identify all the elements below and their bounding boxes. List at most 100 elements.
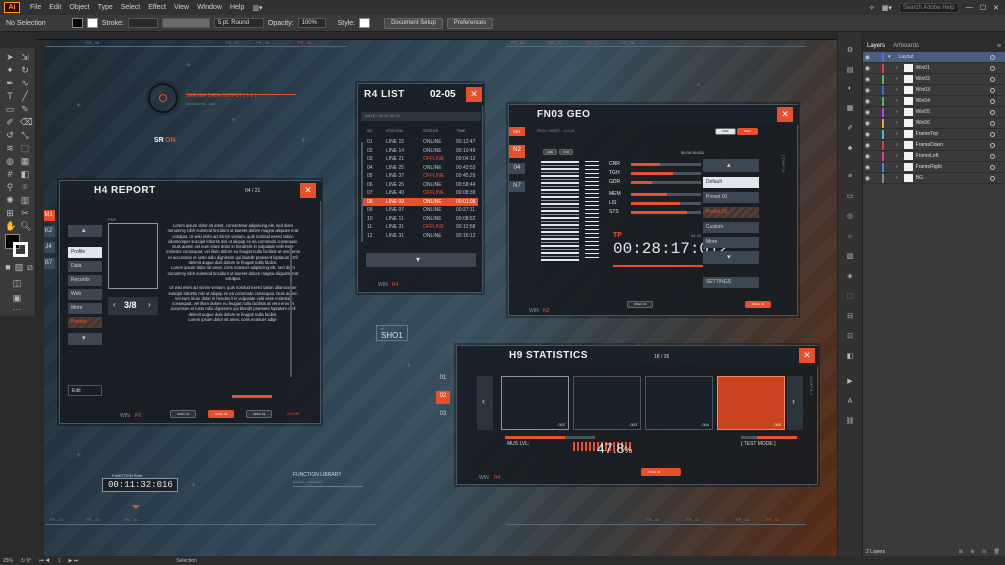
- geo-tab-n2[interactable]: N2: [509, 145, 525, 158]
- mesh-tool-icon[interactable]: #: [5, 169, 15, 179]
- layer-target-icon[interactable]: [990, 109, 995, 115]
- stats-tab-02[interactable]: 02: [436, 391, 450, 404]
- menu-effect[interactable]: Effect: [148, 4, 166, 11]
- warp-tool-icon[interactable]: ≋: [5, 143, 15, 153]
- eyedropper-icon[interactable]: ⚲: [5, 182, 15, 192]
- collapse-arrow-icon[interactable]: ›: [896, 153, 898, 159]
- visibility-eye-icon[interactable]: ◉: [863, 175, 872, 182]
- layer-row[interactable]: ◉ › FrameRight: [863, 162, 1005, 173]
- selection-tool-icon[interactable]: ➤: [5, 52, 15, 62]
- list-row[interactable]: 04 LINE 25 ONLINE 00:43:53: [361, 164, 478, 172]
- expand-arrow-icon[interactable]: ▾: [888, 54, 891, 60]
- type-tool-icon[interactable]: T: [5, 91, 15, 101]
- slice-tool-icon[interactable]: ✂: [20, 208, 30, 218]
- menu-file[interactable]: File: [30, 4, 41, 11]
- list-row[interactable]: 09 LINE 07 ONLINE 00:27:11: [361, 206, 478, 214]
- artboard-number[interactable]: 1: [58, 558, 61, 564]
- visibility-eye-icon[interactable]: ◉: [863, 120, 872, 127]
- stroke-swatch[interactable]: [86, 18, 98, 28]
- stats-prev-button[interactable]: ‹: [477, 376, 493, 430]
- geo-menu-custom[interactable]: Custom: [703, 222, 759, 233]
- menu-object[interactable]: Object: [69, 4, 89, 11]
- zoom-level[interactable]: 25%: [3, 558, 13, 564]
- report-menu-profile[interactable]: Profile: [68, 247, 102, 258]
- menu-select[interactable]: Select: [121, 4, 140, 11]
- report-spec03-button[interactable]: SPEC 03: [246, 410, 273, 418]
- document-setup-button[interactable]: Document Setup: [384, 17, 443, 29]
- layer-target-icon[interactable]: [990, 120, 995, 126]
- minimize-icon[interactable]: —: [966, 4, 973, 11]
- visibility-eye-icon[interactable]: ◉: [863, 76, 872, 83]
- layer-target-icon[interactable]: [990, 164, 995, 170]
- hand-tool-icon[interactable]: ✋: [5, 221, 16, 231]
- collapse-arrow-icon[interactable]: ›: [896, 131, 898, 137]
- actions-icon[interactable]: ▶: [845, 377, 855, 387]
- stats-next-button[interactable]: ›: [787, 376, 803, 430]
- visibility-eye-icon[interactable]: ◉: [863, 109, 872, 116]
- gradient-tool-icon[interactable]: ◧: [20, 169, 30, 179]
- layer-actions-icon[interactable]: ⊞ ⊕ ⊟ 🗑︎: [959, 549, 1005, 555]
- layer-target-icon[interactable]: [990, 54, 995, 60]
- stroke-color-icon[interactable]: [13, 242, 28, 257]
- visibility-eye-icon[interactable]: ◉: [863, 65, 872, 72]
- layers-icon[interactable]: ◈: [845, 272, 855, 282]
- perspective-grid-icon[interactable]: ▦: [20, 156, 30, 166]
- layer-target-icon[interactable]: [990, 153, 995, 159]
- character-icon[interactable]: A: [845, 397, 855, 407]
- workspace-switcher-icon[interactable]: ▦▾: [882, 4, 892, 12]
- sho1-box[interactable]: NP SHO1: [376, 325, 408, 341]
- report-menu-records[interactable]: Records: [68, 275, 102, 286]
- layer-row[interactable]: ◉ › Win03: [863, 85, 1005, 96]
- workspace-icon[interactable]: ▥▾: [252, 4, 262, 12]
- list-row[interactable]: 01 LINE 15 ONLINE 00:12:47: [361, 138, 478, 146]
- collapse-arrow-icon[interactable]: ›: [896, 109, 898, 115]
- shaper-tool-icon[interactable]: ✐: [5, 117, 15, 127]
- blend-tool-icon[interactable]: ⌾: [20, 182, 30, 192]
- list-scrollbar[interactable]: [361, 142, 363, 242]
- geo-spec01-button[interactable]: SPEC 01: [745, 301, 772, 308]
- geo-menu-more[interactable]: More: [703, 237, 759, 248]
- layer-row[interactable]: ◉ › Win01: [863, 63, 1005, 74]
- layer-row[interactable]: ◉ › Win04: [863, 96, 1005, 107]
- menu-type[interactable]: Type: [98, 4, 113, 11]
- collapse-arrow-icon[interactable]: ›: [896, 164, 898, 170]
- report-menu-down-icon[interactable]: ▾: [68, 333, 102, 345]
- stats-spec02-button[interactable]: SPEC 02: [641, 468, 681, 476]
- pen-tool-icon[interactable]: ✒: [5, 78, 15, 88]
- fill-swatch[interactable]: [71, 18, 83, 28]
- preferences-button[interactable]: Preferences: [446, 17, 494, 29]
- direct-selection-tool-icon[interactable]: ⇲: [20, 52, 30, 62]
- geo-tab-n7[interactable]: N7: [509, 181, 525, 192]
- layer-target-icon[interactable]: [990, 142, 995, 148]
- layer-target-icon[interactable]: [990, 87, 995, 93]
- appearance-icon[interactable]: ☼: [845, 232, 855, 242]
- symbol-sprayer-icon[interactable]: ✺: [5, 195, 15, 205]
- collapse-arrow-icon[interactable]: ›: [896, 65, 898, 71]
- scale-tool-icon[interactable]: ⤡: [20, 130, 30, 140]
- stats-close-button[interactable]: ✕: [799, 348, 815, 363]
- list-row[interactable]: 06 LINE 25 ONLINE 00:58:44: [361, 181, 478, 189]
- visibility-eye-icon[interactable]: ◉: [863, 131, 872, 138]
- list-row[interactable]: 05 LINE 37 OFFLINE 00:45:29: [361, 172, 478, 180]
- tab-artboards[interactable]: Artboards: [893, 43, 919, 49]
- rotate-tool-icon[interactable]: ↺: [5, 130, 15, 140]
- geo-mini-are[interactable]: ARE: [543, 149, 558, 155]
- report-menu-up-icon[interactable]: ▴: [68, 225, 102, 237]
- style-swatch[interactable]: [359, 18, 371, 28]
- color-icon[interactable]: ◐: [845, 84, 855, 94]
- geo-run-button[interactable]: RUN: [737, 128, 758, 135]
- artboard-tool-icon[interactable]: ⊞: [5, 208, 15, 218]
- collapse-arrow-icon[interactable]: ›: [896, 175, 898, 181]
- list-row[interactable]: 02 LINE 14 ONLINE 00:10:49: [361, 147, 478, 155]
- list-row[interactable]: 03 LINE 21 OFFLINE 00:04:12: [361, 155, 478, 163]
- collapse-arrow-icon[interactable]: ›: [896, 98, 898, 104]
- shape-builder-icon[interactable]: ◍: [5, 156, 15, 166]
- layer-target-icon[interactable]: [990, 131, 995, 137]
- report-menu-data[interactable]: Data: [68, 261, 102, 272]
- collapse-arrow-icon[interactable]: ›: [896, 76, 898, 82]
- lasso-icon[interactable]: ↻: [20, 65, 30, 75]
- list-close-button[interactable]: ✕: [466, 87, 482, 102]
- line-tool-icon[interactable]: ╱: [20, 91, 30, 101]
- layer-row[interactable]: ◉ › FrameLeft: [863, 151, 1005, 162]
- panel-menu-icon[interactable]: ≡: [997, 43, 1001, 50]
